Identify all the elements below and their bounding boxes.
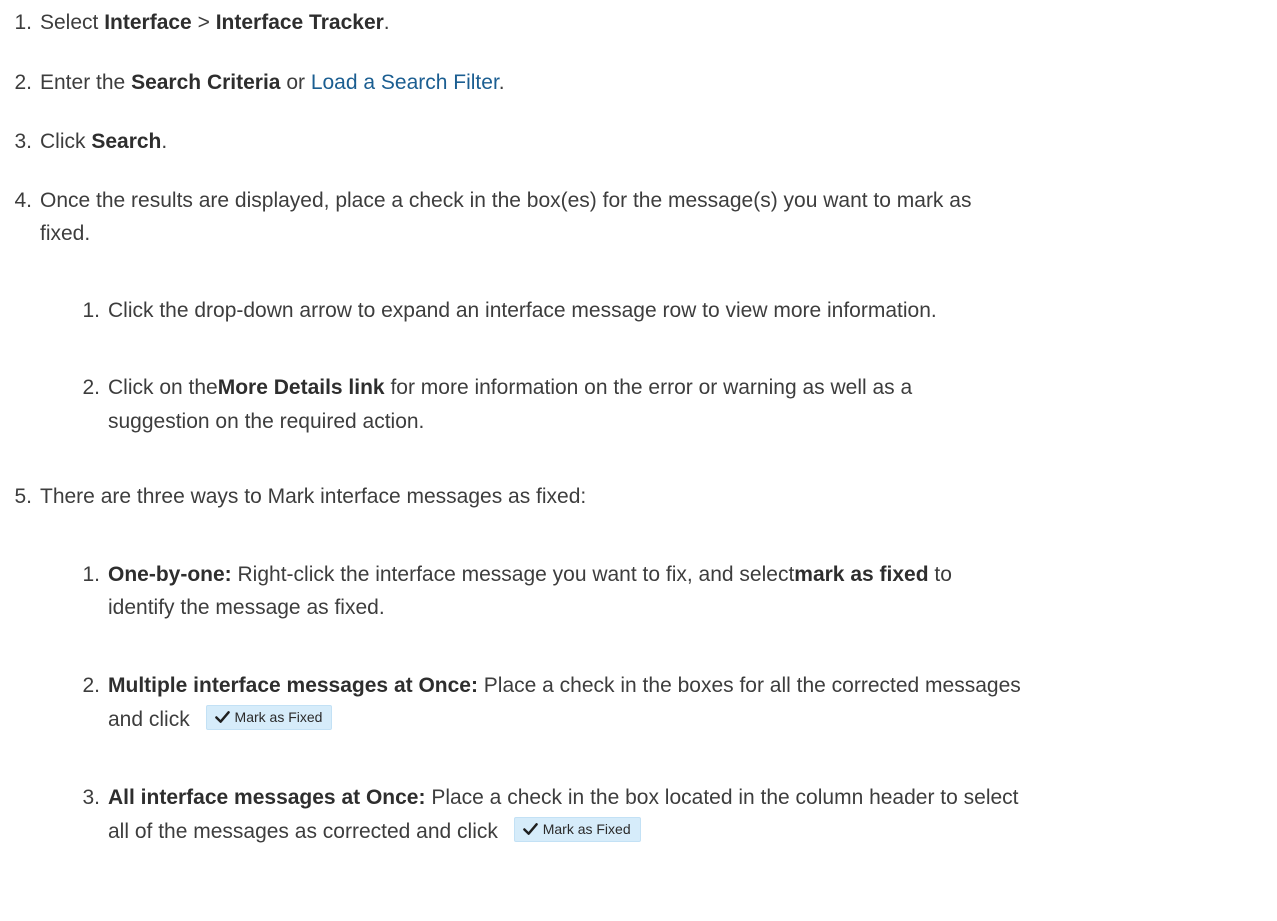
step-number: 2.: [82, 674, 100, 697]
mark-as-fixed-label: mark as fixed: [794, 563, 929, 586]
step-number: 2.: [14, 71, 32, 94]
step-5: 5. There are three ways to Mark interfac…: [14, 479, 586, 514]
search-criteria-label: Search Criteria: [131, 71, 281, 94]
step-4-1: 1. Click the drop-down arrow to expand a…: [82, 293, 936, 328]
mark-as-fixed-button[interactable]: Mark as Fixed: [513, 816, 641, 842]
more-details-label: More Details link: [217, 376, 385, 399]
check-icon: [214, 711, 230, 723]
search-label: Search: [91, 130, 162, 153]
step-5-1: 1. One-by-one: Right-click the interface…: [82, 557, 951, 592]
one-by-one-label: One-by-one:: [108, 563, 232, 586]
step-number: 1.: [82, 563, 100, 586]
multiple-messages-label: Multiple interface messages at Once:: [108, 674, 478, 697]
load-search-filter-link[interactable]: Load a Search Filter: [311, 71, 499, 94]
step-5-3-line-2: all of the messages as corrected and cli…: [108, 814, 641, 849]
step-3: 3. Click Search.: [14, 124, 167, 159]
check-icon: [522, 823, 538, 835]
all-messages-label: All interface messages at Once:: [108, 786, 426, 809]
menu-interface-tracker: Interface Tracker: [215, 11, 384, 34]
instructions-list: 1. Select Interface > Interface Tracker.…: [0, 0, 1277, 921]
step-1: 1. Select Interface > Interface Tracker.: [14, 5, 389, 40]
step-4-2-line-2: suggestion on the required action.: [108, 410, 425, 433]
step-number: 4.: [14, 189, 32, 212]
step-number: 3.: [14, 130, 32, 153]
menu-interface: Interface: [104, 11, 192, 34]
step-number: 5.: [14, 485, 32, 508]
step-5-2: 2. Multiple interface messages at Once: …: [82, 668, 1020, 703]
step-4-line-2: fixed.: [40, 222, 91, 245]
mark-as-fixed-button[interactable]: Mark as Fixed: [205, 704, 333, 730]
step-4-2: 2. Click on theMore Details link for mor…: [82, 370, 912, 405]
step-5-1-line-2: identify the message as fixed.: [108, 596, 385, 619]
step-number: 2.: [82, 376, 100, 399]
step-number: 3.: [82, 786, 100, 809]
step-5-3: 3. All interface messages at Once: Place…: [82, 780, 1018, 815]
step-number: 1.: [14, 11, 32, 34]
step-5-2-line-2: and click Mark as Fixed: [108, 702, 333, 737]
step-4: 4. Once the results are displayed, place…: [14, 183, 971, 218]
step-2: 2. Enter the Search Criteria or Load a S…: [14, 65, 504, 100]
step-number: 1.: [82, 299, 100, 322]
